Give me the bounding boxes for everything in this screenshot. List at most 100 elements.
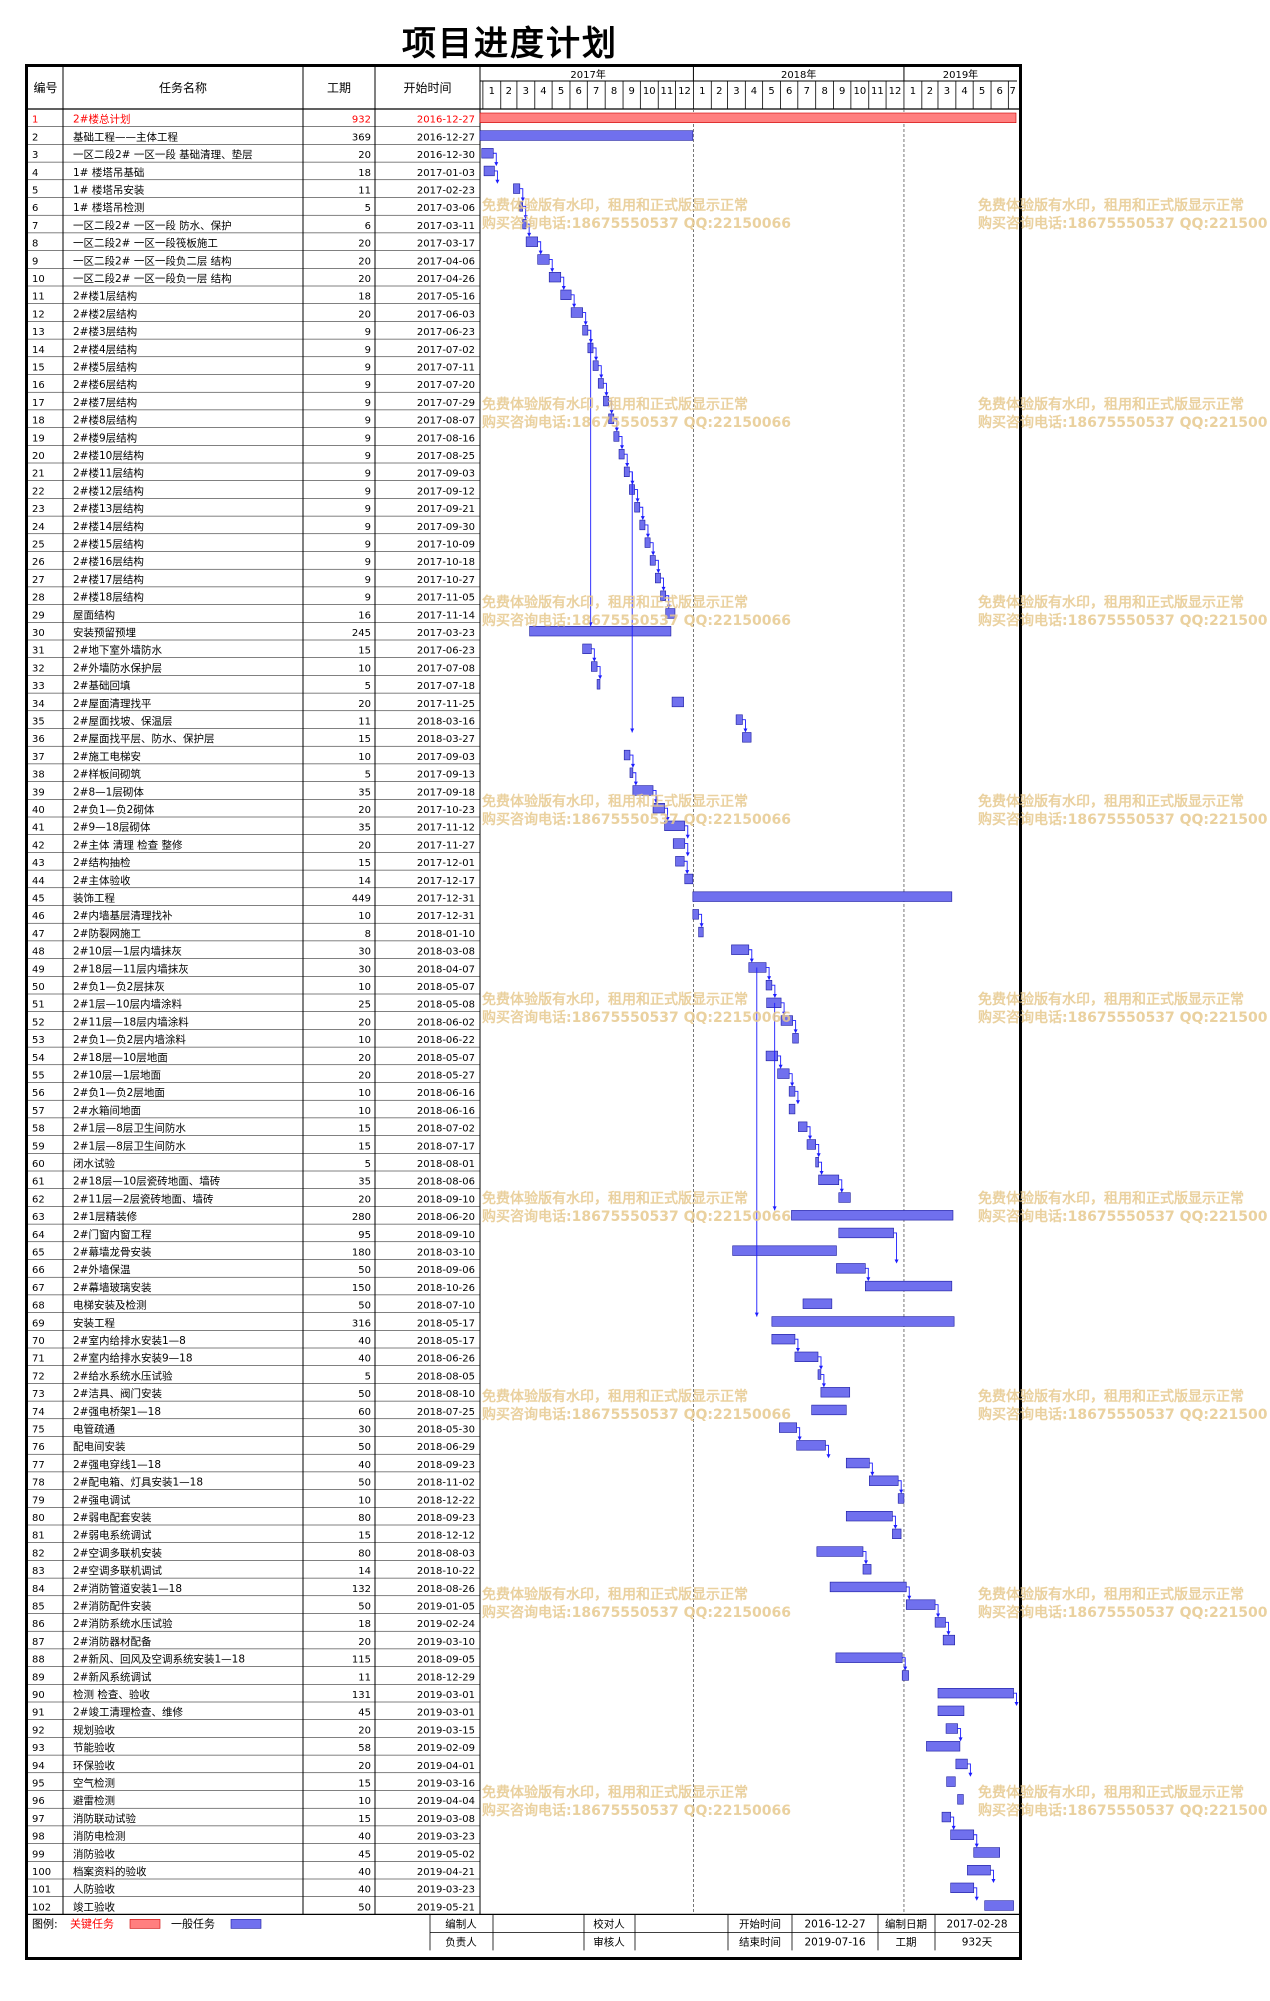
dependency-arrow bbox=[968, 1772, 973, 1777]
row-id: 36 bbox=[32, 734, 45, 745]
gantt-chart: 编号 任务名称 工期 开始时间2017年1 2 3 4 5 6 7 8 9 10 11 122018年1 2 3… bbox=[28, 67, 1019, 1951]
row-name: 2#基础回填 bbox=[73, 679, 131, 692]
header-id: 编号 bbox=[33, 80, 57, 95]
dependency-arrow bbox=[816, 1153, 821, 1158]
task-bar bbox=[613, 431, 620, 442]
row-id: 102 bbox=[32, 1902, 51, 1913]
task-bar bbox=[597, 378, 604, 389]
row-duration: 9 bbox=[365, 433, 371, 444]
row-name: 2#楼14层结构 bbox=[73, 520, 144, 533]
row-start: 2018-03-16 bbox=[417, 717, 475, 728]
row-id: 28 bbox=[32, 593, 45, 604]
row-duration: 20 bbox=[358, 239, 371, 250]
task-bar bbox=[632, 785, 654, 796]
row-id: 30 bbox=[32, 628, 45, 639]
row-id: 67 bbox=[32, 1283, 45, 1294]
row-start: 2017-09-18 bbox=[417, 787, 475, 798]
row-start: 2017-09-30 bbox=[417, 522, 475, 533]
row-start: 2018-09-06 bbox=[417, 1265, 475, 1276]
row-id: 43 bbox=[32, 858, 45, 869]
month-label: 8 bbox=[821, 86, 827, 97]
row-name: 2#室内给排水安装9—18 bbox=[73, 1352, 193, 1365]
row-name: 2#18层—10层地面 bbox=[73, 1051, 168, 1064]
row-start: 2018-03-10 bbox=[417, 1248, 475, 1259]
task-bar bbox=[664, 820, 686, 831]
row-duration: 132 bbox=[352, 1584, 371, 1595]
month-label: 4 bbox=[540, 86, 546, 97]
row-duration: 35 bbox=[358, 823, 371, 834]
task-bar bbox=[798, 1121, 808, 1132]
task-bar bbox=[845, 1457, 870, 1469]
task-bar bbox=[649, 555, 656, 566]
row-start: 2019-03-23 bbox=[417, 1885, 475, 1896]
task-bar bbox=[548, 271, 562, 283]
task-bar bbox=[806, 1139, 816, 1150]
row-start: 2019-02-24 bbox=[417, 1619, 475, 1630]
header-name: 任务名称 bbox=[159, 80, 207, 95]
row-duration: 9 bbox=[365, 327, 371, 338]
row-start: 2017-04-06 bbox=[417, 256, 475, 267]
row-id: 50 bbox=[32, 982, 45, 993]
month-label: 5 bbox=[558, 86, 564, 97]
row-duration: 40 bbox=[358, 1460, 371, 1471]
dependency-arrow bbox=[754, 1312, 759, 1317]
row-duration: 932 bbox=[352, 115, 371, 126]
row-id: 89 bbox=[32, 1672, 45, 1683]
row-id: 42 bbox=[32, 840, 45, 851]
row-duration: 20 bbox=[358, 805, 371, 816]
row-name: 2#消防管道安装1—18 bbox=[73, 1582, 182, 1595]
task-bar bbox=[596, 679, 601, 690]
task-bar bbox=[780, 1015, 793, 1026]
dependency-arrow bbox=[604, 392, 609, 397]
task-bar bbox=[525, 236, 538, 247]
row-start: 2018-07-25 bbox=[417, 1407, 475, 1418]
row-start: 2017-06-23 bbox=[417, 646, 475, 657]
row-name: 2#强电桥架1—18 bbox=[73, 1405, 161, 1418]
row-id: 56 bbox=[32, 1088, 45, 1099]
row-name: 2#10层—1层地面 bbox=[73, 1069, 161, 1082]
task-bar bbox=[684, 873, 694, 885]
row-duration: 280 bbox=[352, 1212, 371, 1223]
task-bar bbox=[973, 1847, 1000, 1858]
task-bar bbox=[582, 643, 592, 654]
row-duration: 15 bbox=[358, 734, 371, 745]
row-name: 消防联动试验 bbox=[73, 1812, 136, 1825]
row-id: 55 bbox=[32, 1071, 45, 1082]
row-name: 2#结构抽检 bbox=[73, 856, 131, 869]
month-label: 5 bbox=[979, 86, 985, 97]
task-bar bbox=[984, 1900, 1014, 1911]
row-duration: 10 bbox=[358, 663, 371, 674]
task-bar bbox=[941, 1811, 951, 1823]
row-duration: 14 bbox=[358, 1566, 371, 1577]
task-bar bbox=[665, 608, 676, 619]
row-start: 2019-03-01 bbox=[417, 1690, 475, 1701]
row-start: 2017-09-03 bbox=[417, 752, 475, 763]
row-name: 2#楼3层结构 bbox=[73, 325, 137, 338]
dependency-arrow bbox=[625, 463, 630, 467]
row-start: 2017-10-18 bbox=[417, 557, 475, 568]
row-start: 2018-06-16 bbox=[417, 1106, 475, 1117]
row-name: 节能验收 bbox=[73, 1741, 115, 1754]
row-id: 8 bbox=[32, 239, 38, 250]
month-label: 2 bbox=[506, 86, 512, 97]
row-start: 2017-11-27 bbox=[417, 840, 475, 851]
row-name: 人防验收 bbox=[73, 1883, 115, 1896]
row-start: 2019-05-21 bbox=[417, 1902, 475, 1913]
dependency-arrow bbox=[793, 1029, 798, 1034]
dependency-arrow bbox=[839, 1188, 844, 1193]
row-duration: 150 bbox=[352, 1283, 371, 1294]
row-id: 90 bbox=[32, 1690, 45, 1701]
footer-date-label: 编制日期 bbox=[885, 1917, 927, 1930]
row-start: 2018-06-22 bbox=[417, 1035, 475, 1046]
task-bar bbox=[513, 183, 521, 194]
row-id: 86 bbox=[32, 1619, 45, 1630]
task-bar bbox=[591, 661, 598, 672]
dependency-arrow bbox=[866, 1277, 871, 1282]
row-name: 2#消防器材配备 bbox=[73, 1635, 152, 1648]
row-duration: 18 bbox=[358, 168, 371, 179]
row-id: 87 bbox=[32, 1637, 45, 1648]
row-duration: 40 bbox=[358, 1336, 371, 1347]
row-start: 2017-10-27 bbox=[417, 575, 475, 586]
row-name: 2#负1—负2层地面 bbox=[73, 1086, 165, 1099]
dependency-arrow bbox=[808, 1135, 813, 1140]
